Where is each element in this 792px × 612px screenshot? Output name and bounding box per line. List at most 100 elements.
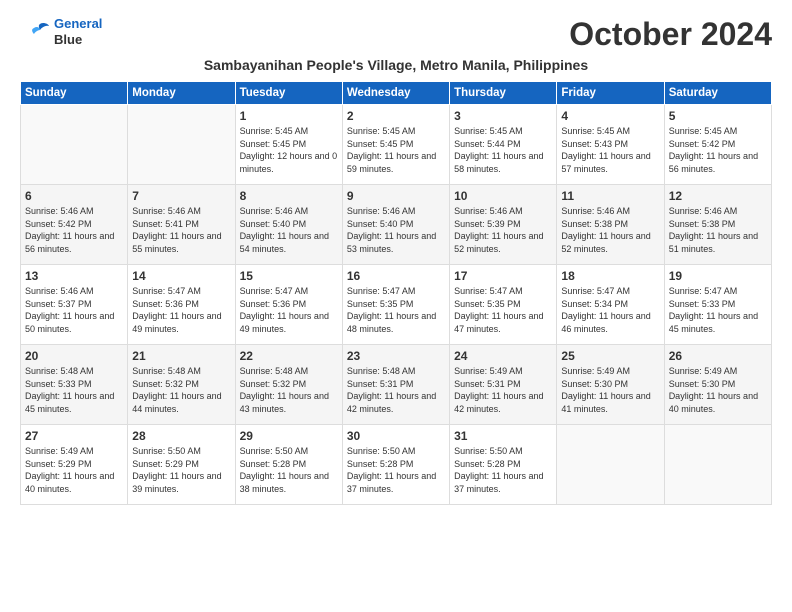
cell-info: Sunrise: 5:48 AMSunset: 5:31 PMDaylight:…	[347, 365, 445, 415]
calendar-cell: 16Sunrise: 5:47 AMSunset: 5:35 PMDayligh…	[342, 265, 449, 345]
calendar-cell: 25Sunrise: 5:49 AMSunset: 5:30 PMDayligh…	[557, 345, 664, 425]
day-number: 28	[132, 429, 230, 443]
month-title: October 2024	[569, 16, 772, 53]
calendar-cell: 17 Sunrise: 5:47 AMSunset: 5:35 PMDayligh…	[450, 265, 557, 345]
calendar-cell: 15Sunrise: 5:47 AMSunset: 5:36 PMDayligh…	[235, 265, 342, 345]
cell-info: Sunrise: 5:46 AMSunset: 5:38 PMDaylight:…	[561, 205, 659, 255]
cell-info: Sunrise: 5:47 AMSunset: 5:36 PMDaylight:…	[132, 285, 230, 335]
calendar-cell: 14 Sunrise: 5:47 AMSunset: 5:36 PMDayligh…	[128, 265, 235, 345]
cell-info: Sunrise: 5:47 AMSunset: 5:35 PMDaylight:…	[454, 285, 552, 335]
day-number: 6	[25, 189, 123, 203]
day-number: 29	[240, 429, 338, 443]
cell-info: Sunrise: 5:48 AMSunset: 5:32 PMDaylight:…	[132, 365, 230, 415]
calendar-cell	[128, 105, 235, 185]
day-number: 1	[240, 109, 338, 123]
cell-info: Sunrise: 5:47 AMSunset: 5:36 PMDaylight:…	[240, 285, 338, 335]
day-number: 24	[454, 349, 552, 363]
cell-info: Sunrise: 5:47 AMSunset: 5:35 PMDaylight:…	[347, 285, 445, 335]
cell-info: Sunrise: 5:46 AMSunset: 5:40 PMDaylight:…	[240, 205, 338, 255]
calendar-cell: 2 Sunrise: 5:45 AMSunset: 5:45 PMDaylight…	[342, 105, 449, 185]
day-number: 9	[347, 189, 445, 203]
weekday-header-friday: Friday	[557, 82, 664, 105]
calendar-cell: 8 Sunrise: 5:46 AMSunset: 5:40 PMDaylight…	[235, 185, 342, 265]
cell-info: Sunrise: 5:45 AMSunset: 5:42 PMDaylight:…	[669, 125, 767, 175]
day-number: 7	[132, 189, 230, 203]
cell-info: Sunrise: 5:46 AMSunset: 5:38 PMDaylight:…	[669, 205, 767, 255]
day-number: 21	[132, 349, 230, 363]
day-number: 17	[454, 269, 552, 283]
calendar-cell: 1Sunrise: 5:45 AMSunset: 5:45 PMDaylight…	[235, 105, 342, 185]
calendar-cell: 11 Sunrise: 5:46 AMSunset: 5:38 PMDayligh…	[557, 185, 664, 265]
day-number: 23	[347, 349, 445, 363]
calendar-week-2: 6Sunrise: 5:46 AMSunset: 5:42 PMDaylight…	[21, 185, 772, 265]
cell-info: Sunrise: 5:45 AMSunset: 5:43 PMDaylight:…	[561, 125, 659, 175]
calendar-cell: 9 Sunrise: 5:46 AMSunset: 5:40 PMDaylight…	[342, 185, 449, 265]
cell-info: Sunrise: 5:49 AMSunset: 5:30 PMDaylight:…	[669, 365, 767, 415]
calendar-cell: 31 Sunrise: 5:50 AMSunset: 5:28 PMDayligh…	[450, 425, 557, 505]
calendar-cell: 21 Sunrise: 5:48 AMSunset: 5:32 PMDayligh…	[128, 345, 235, 425]
weekday-header-thursday: Thursday	[450, 82, 557, 105]
cell-info: Sunrise: 5:48 AMSunset: 5:32 PMDaylight:…	[240, 365, 338, 415]
calendar-cell: 19Sunrise: 5:47 AMSunset: 5:33 PMDayligh…	[664, 265, 771, 345]
cell-info: Sunrise: 5:50 AMSunset: 5:28 PMDaylight:…	[240, 445, 338, 495]
cell-info: Sunrise: 5:45 AMSunset: 5:45 PMDaylight:…	[347, 125, 445, 175]
calendar-cell: 24 Sunrise: 5:49 AMSunset: 5:31 PMDayligh…	[450, 345, 557, 425]
day-number: 8	[240, 189, 338, 203]
cell-info: Sunrise: 5:47 AMSunset: 5:34 PMDaylight:…	[561, 285, 659, 335]
logo-text: General Blue	[54, 16, 102, 47]
logo-icon	[20, 20, 50, 44]
weekday-header-wednesday: Wednesday	[342, 82, 449, 105]
calendar-cell: 28 Sunrise: 5:50 AMSunset: 5:29 PMDayligh…	[128, 425, 235, 505]
day-number: 4	[561, 109, 659, 123]
cell-info: Sunrise: 5:50 AMSunset: 5:28 PMDaylight:…	[347, 445, 445, 495]
calendar-cell: 3 Sunrise: 5:45 AMSunset: 5:44 PMDaylight…	[450, 105, 557, 185]
day-number: 5	[669, 109, 767, 123]
calendar-week-4: 20Sunrise: 5:48 AMSunset: 5:33 PMDayligh…	[21, 345, 772, 425]
calendar-cell	[21, 105, 128, 185]
cell-info: Sunrise: 5:49 AMSunset: 5:29 PMDaylight:…	[25, 445, 123, 495]
calendar-subtitle: Sambayanihan People's Village, Metro Man…	[20, 57, 772, 73]
day-number: 26	[669, 349, 767, 363]
day-number: 12	[669, 189, 767, 203]
day-number: 3	[454, 109, 552, 123]
calendar-cell	[557, 425, 664, 505]
day-number: 19	[669, 269, 767, 283]
calendar-cell: 12 Sunrise: 5:46 AMSunset: 5:38 PMDayligh…	[664, 185, 771, 265]
cell-info: Sunrise: 5:50 AMSunset: 5:28 PMDaylight:…	[454, 445, 552, 495]
cell-info: Sunrise: 5:46 AMSunset: 5:40 PMDaylight:…	[347, 205, 445, 255]
calendar-cell: 5 Sunrise: 5:45 AMSunset: 5:42 PMDaylight…	[664, 105, 771, 185]
day-number: 20	[25, 349, 123, 363]
calendar-cell: 13Sunrise: 5:46 AMSunset: 5:37 PMDayligh…	[21, 265, 128, 345]
calendar-week-1: 1 Sunrise: 5:45 AMSunset: 5:45 PMDaylight…	[21, 105, 772, 185]
cell-info: Sunrise: 5:46 AMSunset: 5:37 PMDaylight:…	[25, 285, 123, 335]
cell-info: Sunrise: 5:50 AMSunset: 5:29 PMDaylight:…	[132, 445, 230, 495]
day-number: 30	[347, 429, 445, 443]
calendar-cell	[664, 425, 771, 505]
day-number: 14	[132, 269, 230, 283]
calendar-page: General Blue October 2024 Sambayanihan P…	[0, 0, 792, 612]
calendar-cell: 6Sunrise: 5:46 AMSunset: 5:42 PMDaylight…	[21, 185, 128, 265]
day-number: 31	[454, 429, 552, 443]
day-number: 10	[454, 189, 552, 203]
calendar-week-3: 13Sunrise: 5:46 AMSunset: 5:37 PMDayligh…	[21, 265, 772, 345]
calendar-cell: 27 Sunrise: 5:49 AMSunset: 5:29 PMDayligh…	[21, 425, 128, 505]
calendar-cell: 7 Sunrise: 5:46 AMSunset: 5:41 PMDaylight…	[128, 185, 235, 265]
calendar-cell: 23 Sunrise: 5:48 AMSunset: 5:31 PMDayligh…	[342, 345, 449, 425]
cell-info: Sunrise: 5:45 AMSunset: 5:44 PMDaylight:…	[454, 125, 552, 175]
day-number: 11	[561, 189, 659, 203]
calendar-cell: 30 Sunrise: 5:50 AMSunset: 5:28 PMDayligh…	[342, 425, 449, 505]
cell-info: Sunrise: 5:46 AMSunset: 5:41 PMDaylight:…	[132, 205, 230, 255]
weekday-header-sunday: Sunday	[21, 82, 128, 105]
calendar-cell: 22Sunrise: 5:48 AMSunset: 5:32 PMDayligh…	[235, 345, 342, 425]
calendar-cell: 18Sunrise: 5:47 AMSunset: 5:34 PMDayligh…	[557, 265, 664, 345]
cell-info: Sunrise: 5:46 AMSunset: 5:39 PMDaylight:…	[454, 205, 552, 255]
day-number: 2	[347, 109, 445, 123]
weekday-header-monday: Monday	[128, 82, 235, 105]
header: General Blue October 2024	[20, 16, 772, 53]
calendar-cell: 20Sunrise: 5:48 AMSunset: 5:33 PMDayligh…	[21, 345, 128, 425]
calendar-cell: 10 Sunrise: 5:46 AMSunset: 5:39 PMDayligh…	[450, 185, 557, 265]
calendar-cell: 29 Sunrise: 5:50 AMSunset: 5:28 PMDayligh…	[235, 425, 342, 505]
logo: General Blue	[20, 16, 102, 47]
cell-info: Sunrise: 5:49 AMSunset: 5:31 PMDaylight:…	[454, 365, 552, 415]
day-number: 27	[25, 429, 123, 443]
